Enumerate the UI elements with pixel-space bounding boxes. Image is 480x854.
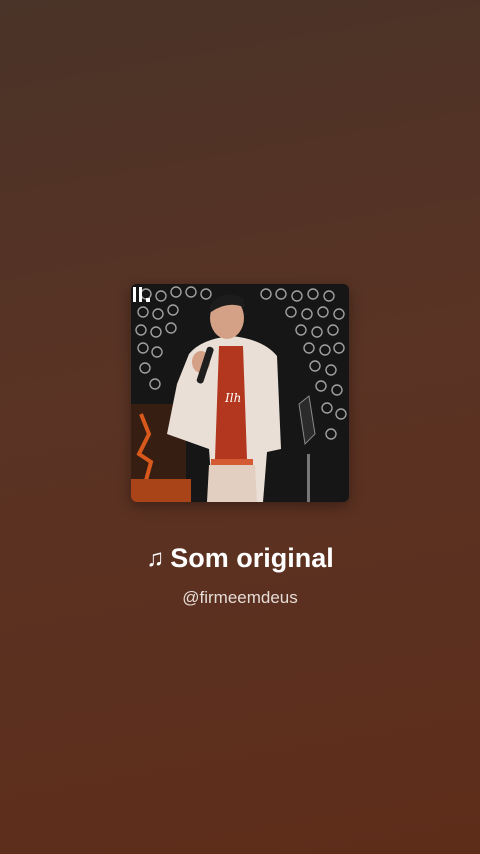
audio-author[interactable]: @firmeemdeus <box>0 586 480 610</box>
audio-title-row[interactable]: ♫ Som original <box>0 540 480 577</box>
shirt-text: Ilh <box>224 391 241 405</box>
album-cover[interactable]: Ilh <box>131 284 349 502</box>
audio-title: Som original <box>170 543 334 573</box>
audio-page: { "audio": { "title": "Som original", "a… <box>0 0 480 854</box>
music-note-icon: ♫ <box>146 545 165 572</box>
cover-artwork: Ilh <box>131 284 349 502</box>
brand-logo-icon <box>133 287 150 302</box>
